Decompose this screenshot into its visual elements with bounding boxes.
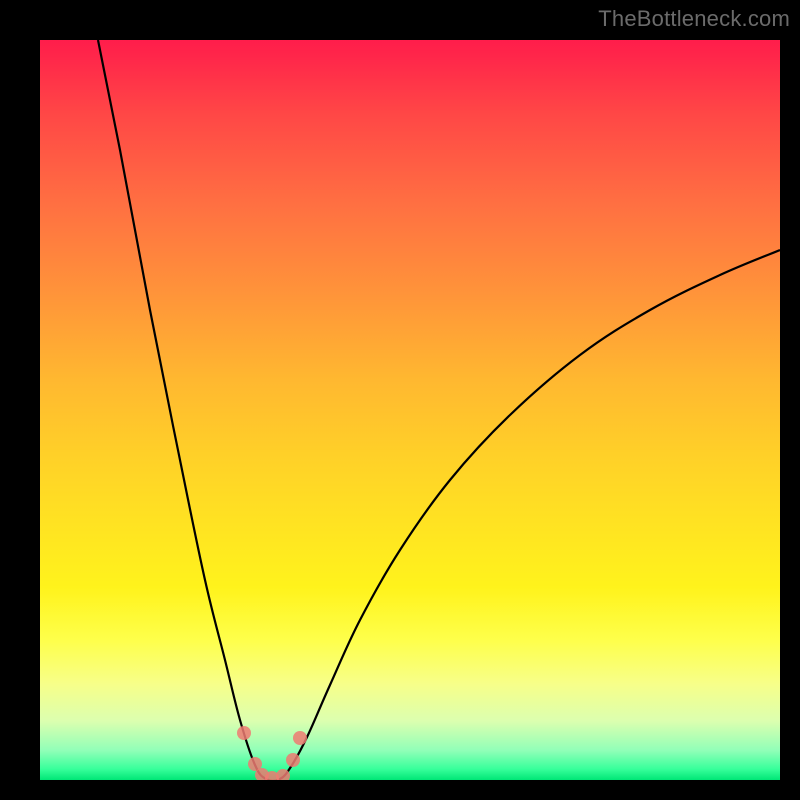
data-marker [293, 731, 307, 745]
plot-area [40, 40, 780, 780]
bottleneck-curve [98, 40, 780, 780]
data-marker [248, 757, 262, 771]
data-marker [237, 726, 251, 740]
data-marker [255, 768, 269, 780]
marker-group [237, 726, 307, 780]
data-marker [265, 771, 279, 780]
watermark-text: TheBottleneck.com [598, 6, 790, 32]
data-marker [286, 753, 300, 767]
curve-layer [40, 40, 780, 780]
chart-frame: TheBottleneck.com [0, 0, 800, 800]
data-marker [276, 769, 290, 780]
